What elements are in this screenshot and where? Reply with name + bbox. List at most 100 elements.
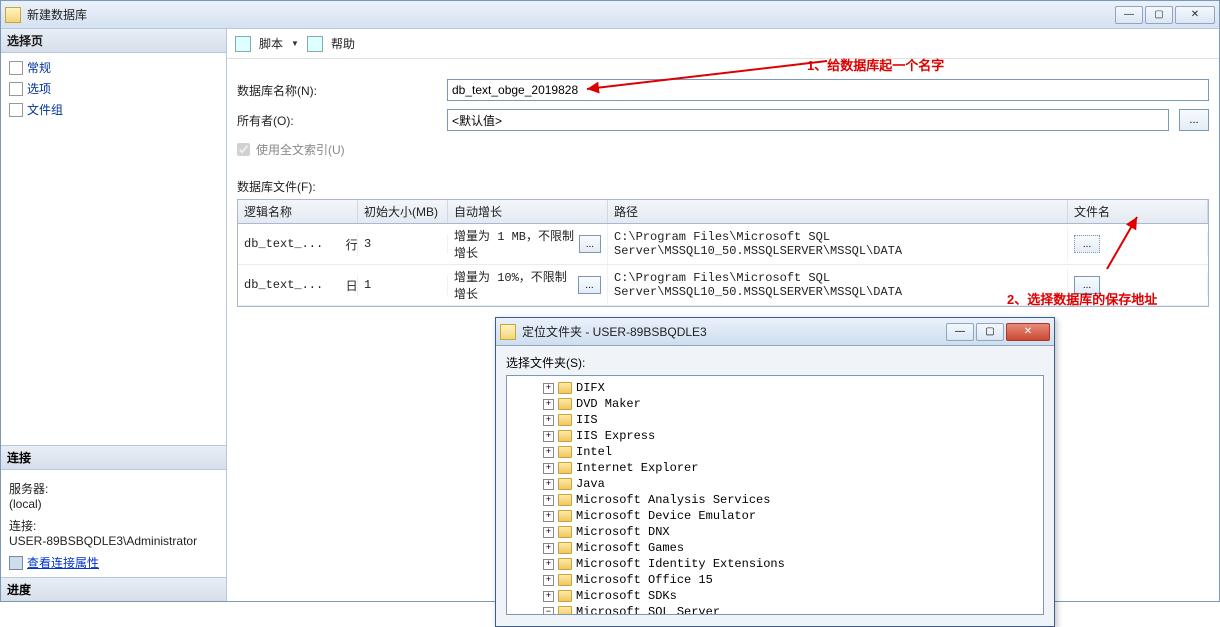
progress-header: 进度 (1, 577, 226, 601)
tree-item[interactable]: − Microsoft SQL Server (543, 604, 1041, 615)
connection-info: 服务器: (local) 连接: USER-89BSBQDLE3\Adminis… (1, 470, 226, 577)
folder-icon (558, 558, 572, 570)
tree-item-label: Microsoft SDKs (576, 589, 677, 603)
tree-item[interactable]: + IIS Express (543, 428, 1041, 444)
col-growth[interactable]: 自动增长 (448, 200, 608, 223)
tree-item-label: Microsoft SQL Server (576, 605, 720, 615)
database-icon (5, 7, 21, 23)
tree-item-label: Microsoft DNX (576, 525, 670, 539)
dbfiles-label: 数据库文件(F): (227, 164, 1219, 197)
folder-icon (558, 462, 572, 474)
tree-item-label: IIS Express (576, 429, 655, 443)
col-path[interactable]: 路径 (608, 200, 1068, 223)
expander-icon[interactable]: + (543, 479, 554, 490)
owner-label: 所有者(O): (237, 112, 437, 129)
script-icon (235, 36, 251, 52)
sidebar-item-general[interactable]: 常规 (3, 57, 224, 78)
growth-edit-button[interactable]: ... (579, 235, 601, 253)
tree-item[interactable]: + Microsoft DNX (543, 524, 1041, 540)
dialog-title-bar[interactable]: 定位文件夹 - USER-89BSBQDLE3 — ▢ ✕ (496, 318, 1054, 346)
title-bar[interactable]: 新建数据库 — ▢ ✕ (1, 1, 1219, 29)
expander-icon[interactable]: + (543, 431, 554, 442)
dialog-close-button[interactable]: ✕ (1006, 323, 1050, 341)
script-button[interactable]: 脚本 (259, 35, 283, 52)
expander-icon[interactable]: + (543, 591, 554, 602)
maximize-button[interactable]: ▢ (1145, 6, 1173, 24)
minimize-button[interactable]: — (1115, 6, 1143, 24)
expander-icon[interactable]: − (543, 607, 554, 616)
new-database-window: 新建数据库 — ▢ ✕ 选择页 常规 选项 文件组 连接 服务器: (local… (0, 0, 1220, 602)
connection-header: 连接 (1, 445, 226, 470)
tree-item[interactable]: + Microsoft Identity Extensions (543, 556, 1041, 572)
tree-item[interactable]: + Microsoft Games (543, 540, 1041, 556)
tree-item-label: Intel (576, 445, 612, 459)
expander-icon[interactable]: + (543, 447, 554, 458)
table-row[interactable]: db_text_... 行 3 增量为 1 MB，不限制增长... C:\Pro… (238, 224, 1208, 265)
folder-icon (558, 510, 572, 522)
close-button[interactable]: ✕ (1175, 6, 1215, 24)
tree-item[interactable]: + IIS (543, 412, 1041, 428)
sidebar-item-options[interactable]: 选项 (3, 78, 224, 99)
sidebar: 选择页 常规 选项 文件组 连接 服务器: (local) 连接: USER-8… (1, 29, 227, 601)
view-connection-props-link[interactable]: 查看连接属性 (9, 554, 218, 571)
tree-item[interactable]: + Microsoft Analysis Services (543, 492, 1041, 508)
dialog-maximize-button[interactable]: ▢ (976, 323, 1004, 341)
folder-icon (558, 542, 572, 554)
tree-item[interactable]: + Intel (543, 444, 1041, 460)
tree-item[interactable]: +Internet Explorer (543, 460, 1041, 476)
tree-item[interactable]: + Microsoft Device Emulator (543, 508, 1041, 524)
tree-item[interactable]: + Microsoft Office 15 (543, 572, 1041, 588)
dbname-label: 数据库名称(N): (237, 82, 437, 99)
dialog-minimize-button[interactable]: — (946, 323, 974, 341)
growth-edit-button[interactable]: ... (578, 276, 601, 294)
help-icon (307, 36, 323, 52)
dbname-input[interactable] (447, 79, 1209, 101)
tree-item-label: Microsoft Identity Extensions (576, 557, 785, 571)
select-page-header: 选择页 (1, 29, 226, 53)
path-browse-button[interactable]: ... (1074, 235, 1100, 253)
tree-item[interactable]: + DIFX (543, 380, 1041, 396)
expander-icon[interactable]: + (543, 527, 554, 538)
help-button[interactable]: 帮助 (331, 35, 355, 52)
sidebar-item-filegroups[interactable]: 文件组 (3, 99, 224, 120)
tree-item[interactable]: + Java (543, 476, 1041, 492)
folder-icon (558, 590, 572, 602)
tree-item-label: DVD Maker (576, 397, 641, 411)
folder-icon (558, 414, 572, 426)
expander-icon[interactable]: + (543, 463, 554, 474)
col-size[interactable]: 初始大小(MB) (358, 200, 448, 223)
folder-icon (558, 398, 572, 410)
owner-input[interactable] (447, 109, 1169, 131)
tree-item-label: Microsoft Device Emulator (576, 509, 756, 523)
expander-icon[interactable]: + (543, 399, 554, 410)
main-panel: 脚本 ▼ 帮助 数据库名称(N): 所有者(O): ... 使用全文索引(U) … (227, 29, 1219, 601)
tree-item-label: DIFX (576, 381, 605, 395)
expander-icon[interactable]: + (543, 511, 554, 522)
tree-item-label: Java (576, 477, 605, 491)
folder-icon (558, 446, 572, 458)
tree-item[interactable]: + DVD Maker (543, 396, 1041, 412)
fulltext-checkbox (237, 143, 250, 156)
page-icon (9, 103, 23, 117)
select-folder-label: 选择文件夹(S): (506, 354, 1044, 371)
expander-icon[interactable]: + (543, 575, 554, 586)
expander-icon[interactable]: + (543, 559, 554, 570)
col-fname[interactable]: 文件名 (1068, 200, 1208, 223)
expander-icon[interactable]: + (543, 383, 554, 394)
page-icon (9, 82, 23, 96)
page-icon (9, 61, 23, 75)
col-logical[interactable]: 逻辑名称 (238, 200, 358, 223)
owner-browse-button[interactable]: ... (1179, 109, 1209, 131)
script-dropdown-icon[interactable]: ▼ (291, 39, 299, 48)
tree-item-label: IIS (576, 413, 598, 427)
tree-item-label: Microsoft Office 15 (576, 573, 713, 587)
properties-icon (9, 556, 23, 570)
folder-icon (558, 606, 572, 615)
expander-icon[interactable]: + (543, 495, 554, 506)
expander-icon[interactable]: + (543, 543, 554, 554)
folder-icon (558, 574, 572, 586)
tree-item-label: Microsoft Analysis Services (576, 493, 770, 507)
folder-tree[interactable]: + DIFX + DVD Maker + IIS + IIS Express + Intel+In… (506, 375, 1044, 615)
tree-item-label: Microsoft Games (576, 541, 684, 555)
expander-icon[interactable]: + (543, 415, 554, 426)
